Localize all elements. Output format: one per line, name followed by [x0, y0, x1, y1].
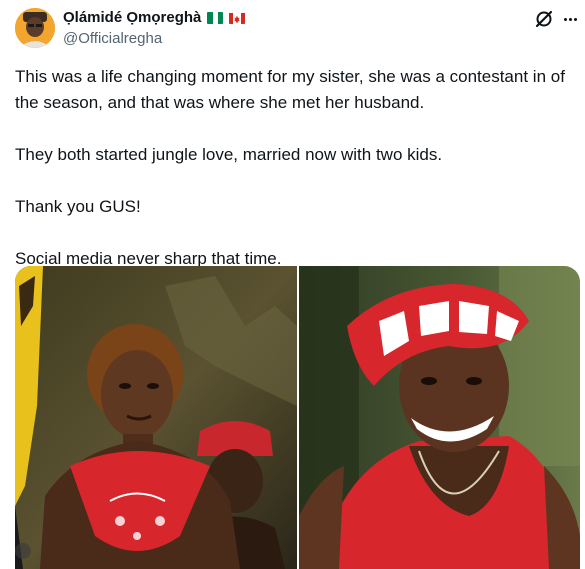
tweet-paragraph: Thank you GUS!: [15, 197, 141, 216]
author-display-name[interactable]: Ọlámidé Ọmọreghà: [63, 8, 201, 28]
canada-flag-icon: [229, 12, 246, 24]
avatar-image: [15, 8, 55, 48]
author-row: Ọlámidé Ọmọreghà: [63, 8, 246, 28]
author-handle[interactable]: @Officialregha: [63, 29, 162, 49]
tweet-header: Ọlámidé Ọmọreghà @Officialregha: [0, 0, 585, 56]
photo-man-red-bandana[interactable]: [298, 266, 581, 569]
avatar[interactable]: [15, 8, 55, 48]
nigeria-flag-icon: [207, 12, 224, 24]
tweet-paragraph: They both started jungle love, married n…: [15, 145, 443, 164]
grok-icon[interactable]: [533, 8, 555, 30]
tweet-paragraph: This was a life changing moment for my s…: [15, 67, 565, 112]
tweet-text: This was a life changing moment for my s…: [15, 64, 580, 272]
more-options-icon[interactable]: [561, 8, 579, 30]
photo-woman-red-scarf[interactable]: [15, 266, 297, 569]
tweet-media: [15, 266, 580, 569]
